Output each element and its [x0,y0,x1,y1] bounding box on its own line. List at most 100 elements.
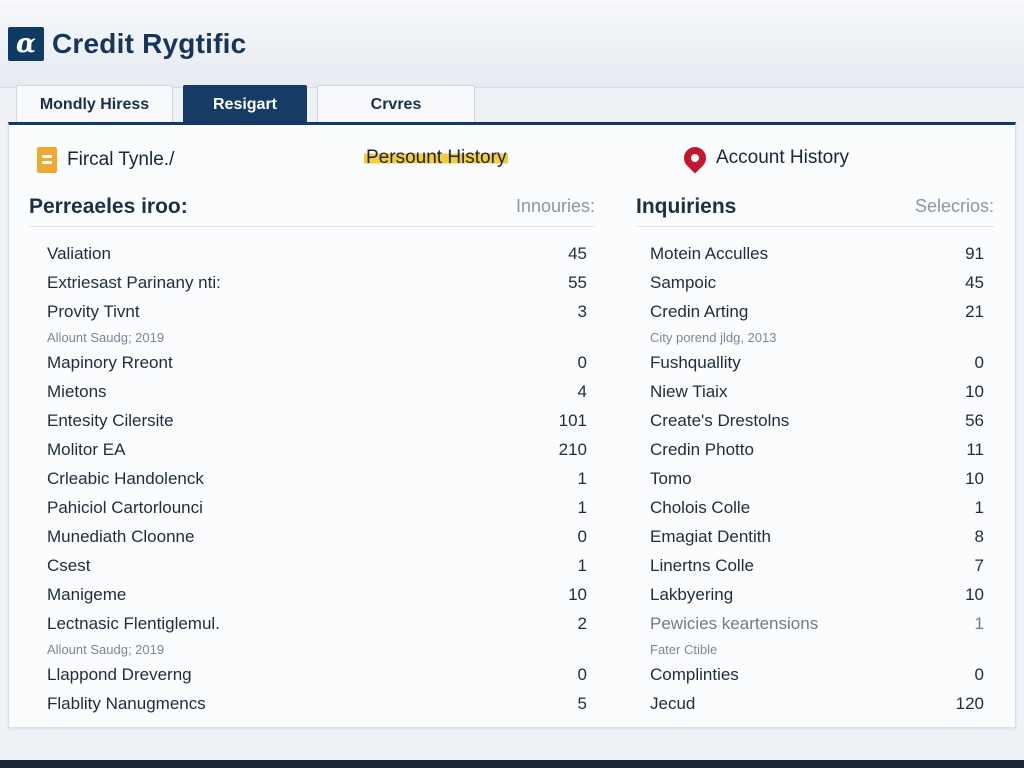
table-row[interactable]: Lakbyering 10 [636,580,994,609]
table-row[interactable]: Jecud 120 [636,689,994,718]
table-row[interactable]: Pahiciol Cartorlounci 1 [29,493,595,522]
row-label: Valiation [47,243,111,263]
table-row[interactable]: Tomo 10 [636,464,994,493]
row-label: Lectnasic Flentiglemul. [47,613,220,633]
row-label: Jecud [650,693,696,713]
row-value: 11 [966,439,984,459]
left-column: Perreaeles iroo: Innouries: Valiation 45 E… [29,187,595,718]
row-value: 101 [558,410,587,430]
tab-crvres-crepings[interactable]: Crvres Crepings [317,85,475,150]
row-value: 10 [568,584,587,604]
table-row[interactable]: Emagiat Dentith 8 [636,522,994,551]
tab-bar: Mondly Hiress Resigart Crvres Crepings [16,85,475,150]
bottom-edge [0,760,1024,768]
table-row[interactable]: Sampoic 45 [636,268,994,297]
right-column: Inquiriens Selecrios: Motein Acculles 91 S… [636,187,994,718]
row-value: 1 [577,555,587,575]
row-value: 5 [577,693,587,713]
row-value: 1 [577,468,587,488]
table-row[interactable]: Entesity Cilersite 101 [29,406,595,435]
document-icon [37,147,57,173]
table-row[interactable]: Pewicies keartensions 1 [636,609,994,638]
row-label: Cholois Colle [650,497,751,517]
row-value: 4 [577,381,587,401]
row-label: Csest [47,555,91,575]
row-subnote: Allount Saudg; 2019 [29,638,595,660]
row-label: Credin Arting [650,301,749,321]
row-label: Create's Drestolns [650,410,790,430]
table-row[interactable]: Mapinory Rreont 0 [29,348,595,377]
table-row[interactable]: Molitor EA 210 [29,435,595,464]
row-subnote: Fater Ctible [636,638,994,660]
table-row[interactable]: Mietons 4 [29,377,595,406]
table-row[interactable]: Llappond Dreverng 0 [29,660,595,689]
row-value: 55 [568,272,587,292]
row-label: Tomo [650,468,692,488]
left-column-meta: Innouries: [515,196,595,216]
table-row[interactable]: Csest 1 [29,551,595,580]
row-label: Munediath Cloonne [47,526,195,546]
table-row[interactable]: Valiation 45 [29,239,595,268]
map-pin-icon [679,142,711,174]
section-account-history-label: Account History [716,147,850,168]
row-label: Extriesast Parinany nti: [47,272,221,292]
row-value: 2 [577,613,587,633]
row-value: 45 [568,243,587,263]
right-column-header: Inquiriens Selecrios: [636,187,994,227]
row-label: Pewicies keartensions [650,613,819,633]
table-row[interactable]: Create's Drestolns 56 [636,406,994,435]
row-label: Molitor EA [47,439,126,459]
row-value: 1 [577,497,587,517]
tab-mondly-hiress[interactable]: Mondly Hiress [16,85,173,123]
row-value: 210 [558,439,587,459]
table-row[interactable]: Provity Tivnt 3 [29,297,595,326]
row-value: 1 [974,497,984,517]
table-row[interactable]: Munediath Cloonne 0 [29,522,595,551]
row-value: 10 [965,584,984,604]
table-row[interactable]: Cholois Colle 1 [636,493,994,522]
table-row[interactable]: Credin Arting 21 [636,297,994,326]
row-label: Entesity Cilersite [47,410,174,430]
row-value: 91 [965,243,984,263]
row-label: Credin Photto [650,439,754,459]
row-value: 56 [965,410,984,430]
row-label: Manigeme [47,584,127,604]
row-value: 8 [974,526,984,546]
row-label: City porend jldg, 2013 [650,329,777,345]
table-row[interactable]: Manigeme 10 [29,580,595,609]
row-label: Fushquallity [650,352,741,372]
row-label: Pahiciol Cartorlounci [47,497,203,517]
table-row[interactable]: Motein Acculles 91 [636,239,994,268]
table-row[interactable]: Extriesast Parinany nti: 55 [29,268,595,297]
table-row[interactable]: Fushquallity 0 [636,348,994,377]
row-value: 0 [974,664,984,684]
row-value: 21 [965,301,984,321]
row-label: Fater Ctible [650,641,718,657]
row-label: Flablity Nanugmencs [47,693,206,713]
row-value: 0 [577,526,587,546]
row-subnote: City porend jldg, 2013 [636,326,994,348]
row-label: Sampoic [650,272,717,292]
row-label: Allount Saudg; 2019 [47,329,165,345]
table-row[interactable]: Crleabic Handolenck 1 [29,464,595,493]
row-label: Mietons [47,381,107,401]
table-row[interactable]: Complinties 0 [636,660,994,689]
row-label: Crleabic Handolenck [47,468,204,488]
row-value: 3 [577,301,587,321]
row-label: Mapinory Rreont [47,352,173,372]
section-persount-history[interactable]: Persount History [364,147,509,169]
left-column-header: Perreaeles iroo: Innouries: [29,187,595,227]
table-row[interactable]: Credin Photto 11 [636,435,994,464]
section-account-history[interactable]: Account History [679,142,850,174]
row-value: 0 [577,352,587,372]
left-list: Valiation 45 Extriesast Parinany nti: 55 Pro… [29,227,595,718]
table-row[interactable]: Flablity Nanugmencs 5 [29,689,595,718]
row-value: 0 [974,352,984,372]
section-fircal[interactable]: Fircal Tynle./ [37,147,174,173]
tab-resigart[interactable]: Resigart [183,85,307,123]
table-row[interactable]: Niew Tiaix 10 [636,377,994,406]
right-list: Motein Acculles 91 Sampoic 45 Credin Arting 2… [636,227,994,718]
table-row[interactable]: Lectnasic Flentiglemul. 2 [29,609,595,638]
table-row[interactable]: Linertns Colle 7 [636,551,994,580]
row-label: Motein Acculles [650,243,769,263]
